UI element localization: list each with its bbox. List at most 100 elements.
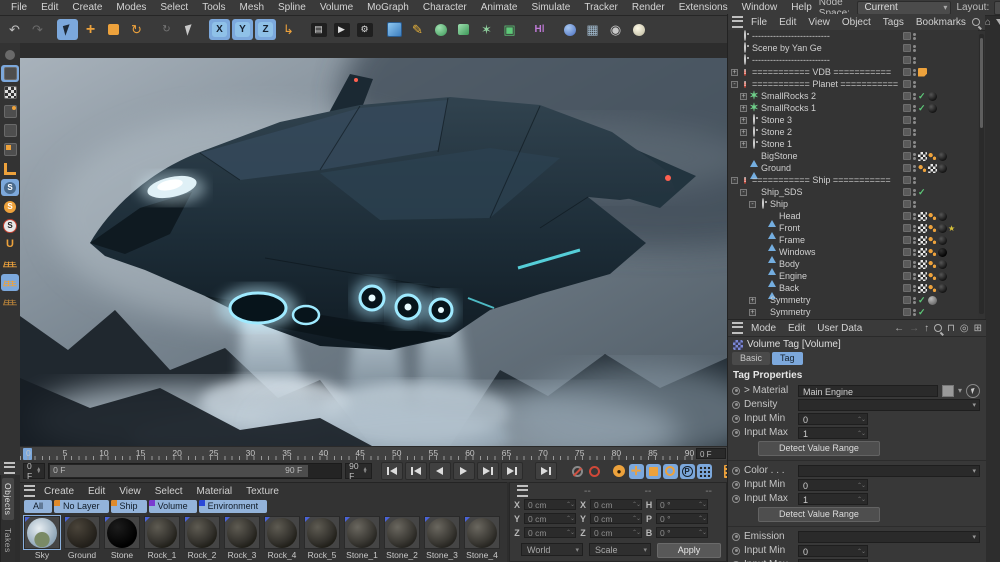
menu-item-window[interactable]: Window (735, 2, 785, 13)
checker-tag-icon[interactable] (918, 247, 927, 257)
previous-key-button[interactable] (404, 462, 427, 480)
material-stone_3[interactable]: Stone_3 (423, 516, 461, 560)
coord-value-field[interactable]: 0 cm (524, 513, 576, 525)
edit-toggle-icon[interactable] (903, 32, 911, 40)
edit-toggle-icon[interactable] (903, 80, 911, 88)
volume-builder-icon[interactable]: ▣ (499, 19, 520, 40)
points-mode-icon[interactable] (1, 122, 19, 139)
dots-tag-icon[interactable] (928, 223, 937, 233)
sphere-tag-icon[interactable] (938, 259, 947, 269)
animate-toggle-icon[interactable] (732, 386, 740, 395)
lock-icon[interactable]: ⊓ (947, 323, 955, 334)
object-tree-row[interactable]: Engine (728, 270, 978, 287)
pick-object-icon[interactable] (966, 383, 980, 398)
menu-item-edit[interactable]: Edit (34, 2, 65, 13)
edit-toggle-icon[interactable] (903, 296, 911, 304)
menu-item-animate[interactable]: Animate (474, 2, 525, 13)
camera-object-icon[interactable]: ◉ (605, 19, 626, 40)
node-space-dropdown[interactable]: Current (ProRender) (857, 0, 952, 25)
visibility-dots-icon[interactable] (913, 176, 916, 184)
floor-object-icon[interactable]: ▦ (582, 19, 603, 40)
edit-toggle-icon[interactable] (903, 164, 911, 172)
material-menu-material[interactable]: Material (190, 486, 240, 497)
selection-tool-icon[interactable] (179, 19, 200, 40)
coord-value-field[interactable]: 0 ° (656, 527, 708, 539)
attr-dropdown-field[interactable] (798, 464, 980, 478)
mograph-icon[interactable]: ✶ (476, 19, 497, 40)
workplane-icon[interactable] (1, 255, 19, 272)
layer-tab-ship[interactable]: Ship (110, 500, 147, 513)
input-min-field[interactable]: 0 (798, 544, 868, 558)
menu-item-file[interactable]: File (4, 2, 34, 13)
timeline-ruler[interactable]: 0 5 10 15 20 25 30 35 40 45 50 55 60 65 70 75 80 85 90 0 F (20, 446, 727, 460)
key-scale-button[interactable] (645, 463, 661, 479)
edit-toggle-icon[interactable] (903, 128, 911, 136)
expand-toggle-icon[interactable]: + (740, 116, 747, 124)
material-stone_1[interactable]: Stone_1 (343, 516, 381, 560)
attr-menu-mode[interactable]: Mode (745, 323, 782, 334)
coordinate-system-icon[interactable]: ↳ (278, 19, 299, 40)
edit-toggle-icon[interactable] (903, 104, 911, 112)
layer-tab-environment[interactable]: Environment (198, 500, 268, 513)
play-forward-button[interactable] (452, 462, 475, 480)
coord-value-field[interactable]: 0 cm (524, 527, 576, 539)
live-selection-icon[interactable] (57, 19, 78, 40)
render-view-icon[interactable]: ▤ (308, 19, 329, 40)
snap-quantize-icon[interactable]: S (1, 217, 19, 234)
render-picture-viewer-icon[interactable]: ▶ (331, 19, 352, 40)
visibility-dots-icon[interactable] (913, 56, 916, 64)
filter-icon[interactable] (995, 19, 1000, 25)
scrollbar-thumb[interactable] (980, 38, 983, 128)
visibility-dots-icon[interactable] (913, 248, 916, 256)
visibility-dots-icon[interactable] (913, 32, 916, 40)
menu-item-simulate[interactable]: Simulate (524, 2, 577, 13)
object-tree-row[interactable]: + Stone 2 (728, 126, 978, 138)
coord-mode-dropdown[interactable]: Scale (589, 543, 651, 557)
checker-tag-icon[interactable] (918, 271, 927, 281)
layer-tab-all[interactable]: All (24, 500, 53, 513)
expand-toggle-icon[interactable]: - (731, 176, 738, 184)
expand-toggle-icon[interactable]: - (740, 188, 747, 196)
material-stone_2[interactable]: Stone_2 (383, 516, 421, 560)
set-keyframe-button[interactable]: ● (612, 464, 627, 479)
layer-tab-no-layer[interactable]: No Layer (54, 500, 109, 513)
menu-item-mograph[interactable]: MoGraph (360, 2, 416, 13)
go-to-end-button[interactable] (534, 462, 557, 480)
edit-toggle-icon[interactable] (903, 92, 911, 100)
object-menu-object[interactable]: Object (836, 17, 877, 28)
menu-item-mesh[interactable]: Mesh (233, 2, 271, 13)
sphere-tag-icon[interactable] (928, 91, 937, 101)
object-tree-row[interactable]: Windows (728, 246, 978, 263)
menu-item-volume[interactable]: Volume (313, 2, 360, 13)
preview-range-fill[interactable] (50, 465, 309, 477)
object-tree-row[interactable]: + Stone 1 (728, 138, 978, 150)
polygons-mode-icon[interactable] (1, 141, 19, 158)
key-rotation-button[interactable] (662, 463, 678, 479)
key-point-level-button[interactable] (696, 463, 712, 479)
undo-icon[interactable]: ↶ (4, 19, 25, 40)
visibility-dots-icon[interactable] (913, 128, 916, 136)
make-editable-icon[interactable] (1, 46, 19, 63)
material-rock_5[interactable]: Rock_5 (303, 516, 341, 560)
animate-toggle-icon[interactable] (732, 480, 740, 489)
object-manager-menu-icon[interactable] (732, 16, 743, 28)
sphere-tag-icon[interactable] (938, 223, 947, 233)
object-menu-tags[interactable]: Tags (877, 17, 910, 28)
menu-item-create[interactable]: Create (65, 2, 109, 13)
visibility-dots-icon[interactable] (913, 188, 916, 196)
current-frame-field[interactable]: 0 F (696, 448, 726, 459)
stepper-arrows-icon[interactable]: ▲ ▼ (36, 466, 41, 475)
object-tree-row[interactable]: + ✶ SmallRocks 2 ✓ (728, 90, 978, 102)
edit-toggle-icon[interactable] (903, 224, 911, 232)
menu-item-help[interactable]: Help (784, 2, 819, 13)
input-max-field[interactable]: 0.998 (798, 558, 868, 562)
coord-value-field[interactable]: 0 cm (524, 499, 576, 511)
add-primitive-cube-icon[interactable] (384, 19, 405, 40)
x-axis-lock-icon[interactable]: X (209, 19, 230, 40)
coord-value-field[interactable]: 0 cm (590, 527, 642, 539)
object-tree-row[interactable]: + ✶ SmallRocks 1 ✓ (728, 102, 978, 114)
forward-arrow-icon[interactable]: → (909, 323, 919, 334)
object-tree-row[interactable]: Back (728, 282, 978, 299)
edit-toggle-icon[interactable] (903, 176, 911, 184)
edit-toggle-icon[interactable] (903, 260, 911, 268)
